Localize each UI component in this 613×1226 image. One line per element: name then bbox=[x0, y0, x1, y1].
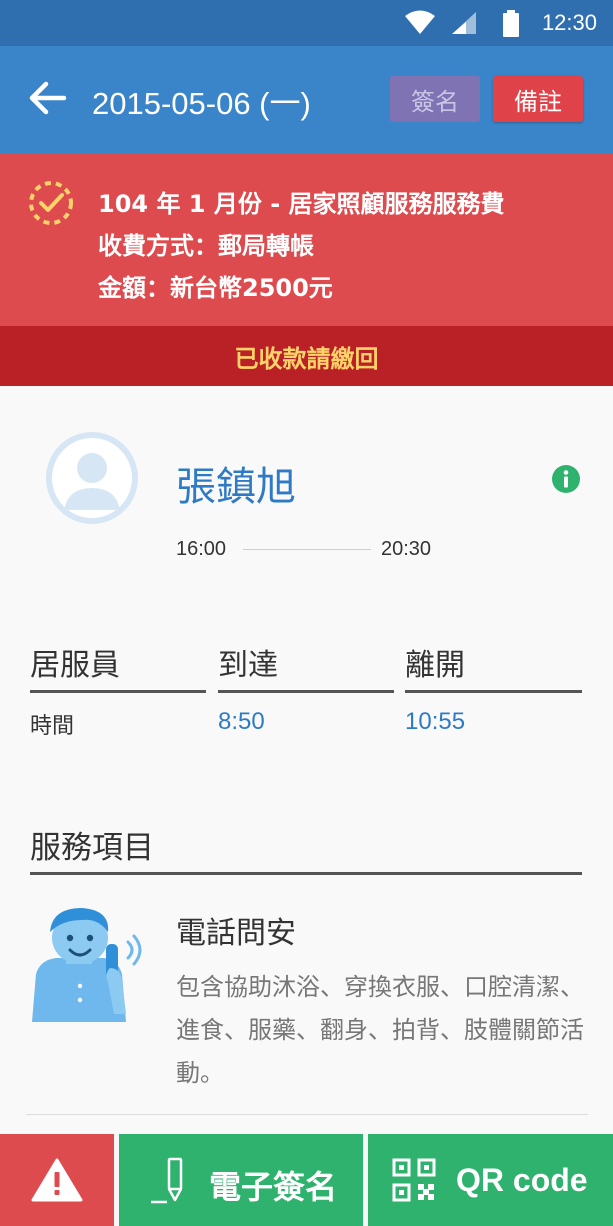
qr-code-label: QR code bbox=[456, 1162, 588, 1198]
pencil-icon bbox=[151, 1157, 183, 1204]
report-issue-button[interactable] bbox=[0, 1134, 114, 1226]
alert-fee-title: 104 年 1 月份 - 居家照顧服務服務費 bbox=[98, 190, 505, 218]
visit-card: 張鎮旭 16:00 20:30 居服員 到達 離開 時間 8:50 10:55 … bbox=[0, 386, 613, 1134]
column-divider bbox=[405, 690, 582, 693]
list-divider bbox=[26, 1114, 588, 1115]
time-row-label: 時間 bbox=[30, 714, 75, 739]
alert-amount: 金額：新台幣2500元 bbox=[98, 274, 333, 302]
note-button[interactable]: 備註 bbox=[493, 76, 583, 122]
person-icon bbox=[52, 438, 132, 518]
header-caregiver: 居服員 bbox=[30, 648, 120, 683]
section-divider bbox=[30, 872, 582, 875]
header-leave: 離開 bbox=[405, 648, 465, 683]
header-arrive: 到達 bbox=[218, 648, 278, 683]
column-divider bbox=[30, 690, 206, 693]
battery-icon bbox=[503, 10, 519, 37]
e-signature-button[interactable]: 電子簽名 bbox=[119, 1134, 363, 1226]
status-bar: 12:30 bbox=[0, 0, 613, 46]
paid-notice: 已收款請繳回 bbox=[0, 326, 613, 386]
visit-date: 2015-05-06 (一) bbox=[92, 86, 311, 121]
service-section-title: 服務項目 bbox=[30, 830, 154, 866]
client-name: 張鎮旭 bbox=[176, 464, 296, 510]
arrive-time: 8:50 bbox=[218, 708, 265, 735]
alert-payment-method: 收費方式：郵局轉帳 bbox=[98, 232, 314, 260]
qr-code-icon bbox=[392, 1158, 436, 1202]
phone-call-illustration bbox=[32, 908, 142, 1022]
sign-button[interactable]: 簽名 bbox=[390, 76, 480, 122]
signal-icon bbox=[452, 12, 476, 34]
back-arrow-icon[interactable] bbox=[26, 76, 70, 120]
qr-code-button[interactable]: QR code bbox=[368, 1134, 613, 1226]
schedule-divider bbox=[243, 549, 371, 550]
avatar bbox=[46, 432, 138, 524]
leave-time: 10:55 bbox=[405, 708, 466, 735]
info-icon[interactable] bbox=[551, 464, 581, 494]
app-bar: 2015-05-06 (一) 簽名 備註 bbox=[0, 46, 613, 154]
schedule-end-time: 20:30 bbox=[381, 538, 432, 560]
service-item-title: 電話問安 bbox=[176, 916, 296, 951]
column-divider bbox=[218, 690, 394, 693]
service-item-description: 包含協助沐浴、穿換衣服、口腔清潔、進食、服藥、翻身、拍背、肢體關節活動。 bbox=[176, 973, 584, 1087]
dotted-check-circle-icon bbox=[29, 181, 73, 225]
warning-icon bbox=[31, 1158, 83, 1202]
e-signature-label: 電子簽名 bbox=[209, 1168, 338, 1206]
clock-time: 12:30 bbox=[541, 10, 597, 35]
bottom-action-bar: 電子簽名 QR code bbox=[0, 1134, 613, 1226]
wifi-icon bbox=[405, 10, 435, 34]
schedule-start-time: 16:00 bbox=[176, 538, 227, 560]
payment-alert: 104 年 1 月份 - 居家照顧服務服務費 收費方式：郵局轉帳 金額：新台幣2… bbox=[0, 154, 613, 326]
